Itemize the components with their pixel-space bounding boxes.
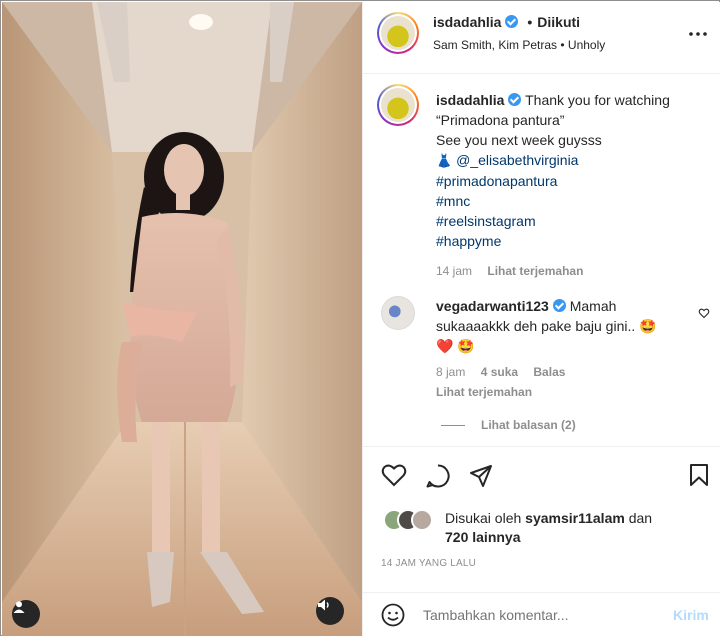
likes-summary: Disukai oleh syamsir11alam dan 720 lainn… [445,509,705,547]
comment-likes-count[interactable]: 4 suka [481,365,518,379]
view-replies-button[interactable]: Lihat balasan (2) [441,418,576,432]
caption-username[interactable]: isdadahlia [436,92,504,108]
author-username[interactable]: isdadahlia [433,14,501,30]
star-eyes-emoji: 🤩 [639,318,657,334]
caption-line-1: Thank you for watching [525,92,670,108]
caption-line-2: “Primadona pantura” [436,112,565,128]
comment-translate-link[interactable]: Lihat terjemahan [436,382,691,402]
emoji-picker-icon[interactable] [381,603,405,630]
post-header: isdadahlia • Diikuti Sam Smith, Kim Petra… [363,2,720,74]
avatar [411,509,433,531]
post-actions: Disukai oleh syamsir11alam dan 720 lainn… [363,446,720,606]
caption-time: 14 jam [436,264,473,278]
hashtag-link[interactable]: #primadonapantura [436,171,706,191]
likes-prefix: Disukai oleh [445,510,522,526]
like-icon[interactable] [381,463,407,490]
post-media-video[interactable] [2,2,362,636]
person-icon [13,601,25,613]
profile-tags-button[interactable] [12,600,40,628]
verified-badge-icon [552,299,566,312]
add-comment-bar: Kirim [363,592,720,636]
heart-emoji: ❤️ [436,338,454,354]
comment-icon[interactable] [425,463,451,492]
caption-author-avatar[interactable] [377,84,419,126]
follow-status-button[interactable]: Diikuti [537,14,580,30]
view-replies-label: Lihat balasan (2) [481,418,576,432]
follow-separator: • [527,14,533,30]
kirim-button[interactable]: Kirim [673,607,709,623]
comments-section: isdadahlia Thank you for watching “Prima… [363,74,720,444]
comment-time: 8 jam [436,365,466,379]
comment-item: vegadarwanti123 Mamah sukaaaakkk deh pak… [436,296,691,402]
video-frame-illustration [2,2,362,636]
post-timestamp[interactable]: 14 JAM YANG LALU [381,558,476,569]
comment-reply-button[interactable]: Balas [533,365,565,379]
save-bookmark-icon[interactable] [689,463,709,490]
liked-by-avatars [383,509,439,531]
hashtag-link[interactable]: #happyme [436,231,706,251]
author-avatar[interactable] [377,12,419,54]
liked-by-user[interactable]: syamsir11alam [525,510,625,526]
comment-text-line-1: Mamah [569,298,617,314]
hashtag-link[interactable]: #reelsinstagram [436,211,706,231]
verified-badge-icon [505,15,519,28]
post-sidebar: isdadahlia • Diikuti Sam Smith, Kim Petra… [362,2,720,636]
hashtag-link[interactable]: #mnc [436,191,706,211]
post-dialog: isdadahlia • Diikuti Sam Smith, Kim Petra… [0,0,720,636]
comment-username[interactable]: vegadarwanti123 [436,298,549,314]
comment-input[interactable] [423,605,663,625]
verified-badge-icon [508,93,522,106]
audio-track-link[interactable]: Sam Smith, Kim Petras • Unholy [433,38,605,52]
star-eyes-emoji: 🤩 [457,338,475,354]
caption-line-3: See you next week guysss [436,132,602,148]
replies-divider [441,425,465,427]
mention-link[interactable]: @_elisabethvirginia [456,152,578,168]
caption: isdadahlia Thank you for watching “Prima… [436,90,706,281]
caption-translate-link[interactable]: Lihat terjemahan [487,264,583,278]
comment-avatar[interactable] [381,296,415,330]
speaker-icon [318,599,329,611]
comment-like-icon[interactable] [698,306,710,322]
likes-others-link[interactable]: 720 lainnya [445,529,521,545]
likes-connector: dan [628,510,653,526]
more-options-icon[interactable] [687,26,709,42]
comment-text-line-2: sukaaaakkk deh pake baju gini.. [436,318,636,334]
dress-emoji: 👗 [436,153,453,168]
share-icon[interactable] [469,464,493,491]
audio-toggle-button[interactable] [316,597,344,625]
